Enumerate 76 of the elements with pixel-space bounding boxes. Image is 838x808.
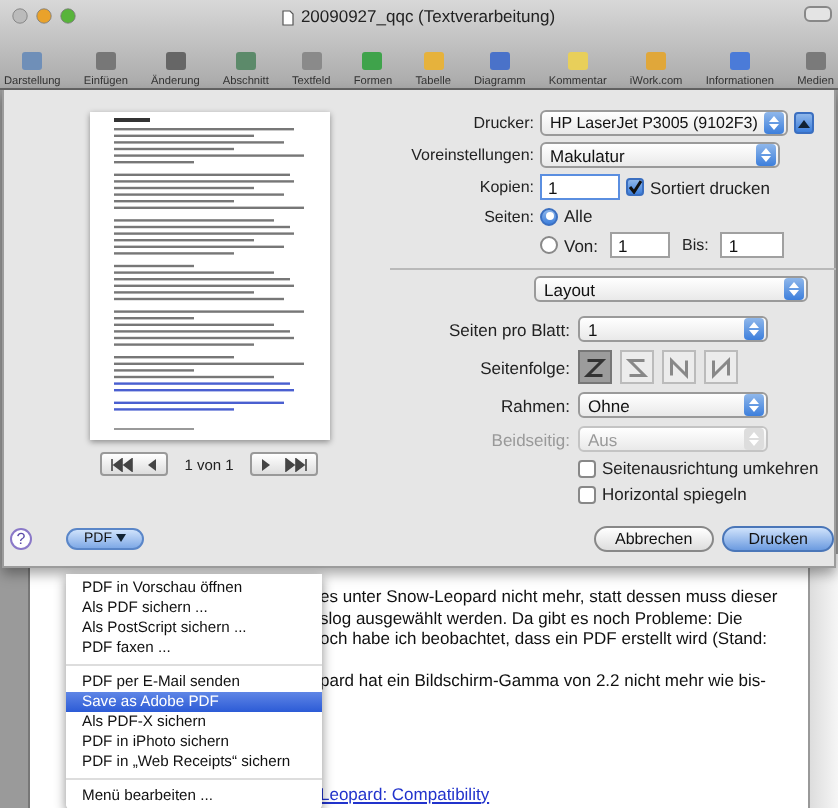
page-order-button[interactable] — [578, 350, 612, 384]
checkbox-square[interactable] — [578, 485, 596, 503]
checkbox[interactable]: Seitenausrichtung umkehren — [578, 458, 834, 478]
two-sided-label: Beidseitig: — [489, 429, 570, 449]
toolbar-icon — [20, 50, 45, 72]
zoom-button[interactable] — [60, 8, 76, 24]
toolbar-icon — [360, 50, 385, 72]
document-link[interactable]: Leopard: Compatibility — [320, 783, 490, 803]
popup-arrows-icon — [788, 280, 800, 298]
presets-popup[interactable]: Makulatur — [540, 142, 780, 168]
pages-label: Seiten: — [482, 207, 534, 225]
printer-label: Drucker: — [471, 114, 534, 132]
page-order-button[interactable] — [704, 350, 738, 384]
popup-arrows-icon — [748, 396, 760, 414]
toolbar-icon — [644, 50, 669, 72]
radio-circle[interactable] — [540, 236, 558, 254]
pages-per-sheet-label: Seiten pro Blatt: — [447, 319, 570, 339]
toolbar-icon — [93, 50, 118, 72]
toolbar-icon — [233, 50, 258, 72]
triangle-icon — [798, 119, 810, 127]
checkmark-icon — [628, 180, 642, 194]
to-page-label: Bis: — [682, 236, 709, 254]
checkbox-square[interactable] — [578, 459, 596, 477]
window-title: 20090927_qqc (Textverarbeitung) — [300, 6, 556, 26]
toolbar-icon — [487, 50, 512, 72]
previous-page-icon — [146, 457, 159, 471]
copies-field[interactable]: 1 — [540, 174, 620, 200]
popup-arrows-icon — [748, 430, 760, 448]
page-forward-buttons[interactable] — [249, 452, 318, 476]
next-page-icon — [259, 457, 272, 471]
to-page-field[interactable]: 1 — [720, 232, 785, 258]
printer-popup[interactable]: HP LaserJet P3005 (9102F3) — [540, 110, 788, 136]
toolbar-icon — [727, 50, 752, 72]
page-order-button[interactable] — [620, 350, 654, 384]
toolbar-icon — [299, 50, 324, 72]
page-order-icon — [664, 351, 694, 383]
border-popup[interactable]: Ohne — [578, 392, 768, 418]
pages-per-sheet-popup[interactable]: 1 — [578, 316, 768, 342]
toolbar-icon — [803, 50, 828, 72]
page-order-icon — [706, 351, 736, 383]
page-order-label: Seitenfolge: — [478, 357, 570, 377]
checkbox[interactable]: Horizontal spiegeln — [578, 484, 834, 504]
document-text-line: och habe ich beobachtet, dass ein PDF erstellt wird (Stand: — [320, 628, 769, 649]
disclosure-button[interactable] — [794, 112, 814, 134]
close-button[interactable] — [12, 8, 28, 24]
cancel-button[interactable]: Abbrechen — [593, 525, 715, 551]
copies-label: Kopien: — [477, 178, 534, 196]
radio-circle[interactable] — [540, 207, 558, 225]
toolbar-icon — [421, 50, 446, 72]
print-button[interactable]: Drucken — [722, 525, 834, 551]
minimize-button[interactable] — [36, 8, 52, 24]
last-page-icon — [283, 457, 308, 471]
toolbar-toggle-button[interactable] — [804, 6, 832, 22]
section-popup[interactable]: Layout — [534, 276, 808, 302]
checkbox[interactable]: Sortiert drucken — [626, 177, 770, 197]
first-page-icon — [110, 457, 135, 471]
from-page-field[interactable]: 1 — [610, 232, 671, 258]
radio-button[interactable]: Alle — [540, 206, 834, 226]
popup-arrows-icon — [768, 114, 780, 132]
document-icon — [282, 9, 295, 26]
toolbar-icon — [163, 50, 188, 72]
popup-arrows-icon — [760, 146, 772, 164]
radio-button[interactable]: Von: — [540, 235, 599, 255]
caret-icon — [116, 534, 126, 542]
page-order-button[interactable] — [662, 350, 696, 384]
presets-label: Voreinstellungen: — [409, 146, 534, 164]
document-text-line: es unter Snow-Leopard nicht mehr, statt dessen muss dieser — [320, 586, 780, 607]
toolbar-icon — [565, 50, 590, 72]
radio-dot-icon — [545, 212, 553, 220]
document-text-line: slog ausgewählt werden. Da gibt es noch Probleme: Die — [320, 607, 745, 628]
checkbox-square[interactable] — [626, 178, 644, 196]
border-label: Rahmen: — [499, 395, 570, 415]
document-text-line: pard hat ein Bildschirm-Gamma von 2.2 nicht mehr wie bis- — [320, 670, 768, 691]
help-button[interactable]: ? — [10, 527, 32, 549]
page-back-buttons[interactable] — [100, 452, 169, 476]
popup-arrows-icon — [748, 320, 760, 338]
